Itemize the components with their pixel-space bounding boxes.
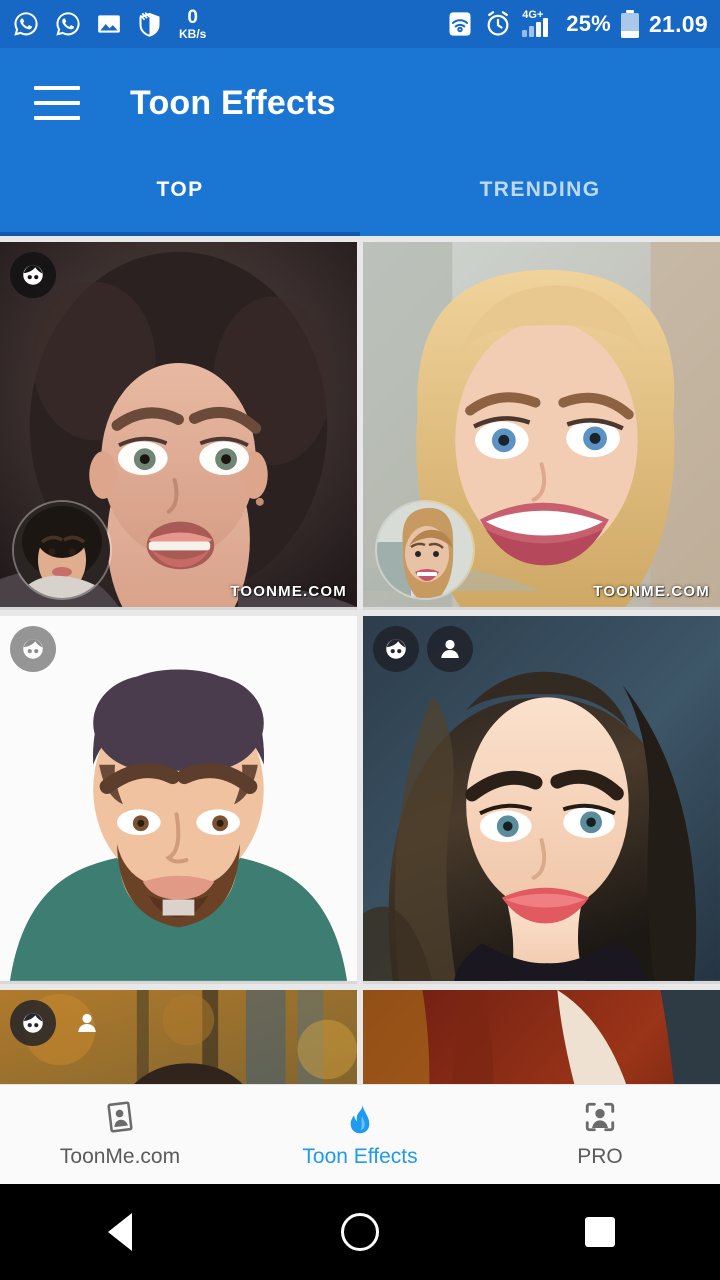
status-bar-right-icons: 4G+ 25% 21.09: [446, 9, 708, 38]
bottom-nav-label-pro: PRO: [577, 1145, 623, 1168]
app-bar-top-row: Toon Effects: [0, 48, 720, 158]
home-circle-icon: [341, 1213, 379, 1251]
source-photo-thumbnail: [14, 502, 110, 598]
recents-button[interactable]: [480, 1217, 720, 1247]
signal-bars-icon: 4G+: [522, 9, 556, 37]
flame-icon: [343, 1100, 377, 1139]
bottom-nav-item-toon-effects[interactable]: Toon Effects: [240, 1100, 480, 1169]
status-bar-left-icons: 0 KB/s: [12, 8, 446, 40]
face-icon[interactable]: [10, 1000, 56, 1046]
effect-card-cartoon-woman-afro[interactable]: TOONME.COM: [0, 242, 357, 610]
tab-trending[interactable]: TRENDING: [360, 158, 720, 236]
bottom-navigation-bar: ToonMe.com Toon Effects PRO: [0, 1084, 720, 1184]
gallery-image-icon: [96, 11, 122, 37]
card-badges: [373, 626, 473, 672]
hamburger-menu-icon[interactable]: [34, 86, 80, 120]
tab-trending-label: TRENDING: [479, 178, 601, 201]
tab-top-label: TOP: [156, 178, 204, 201]
effects-grid[interactable]: TOONME.COM TOONME.COM: [0, 236, 720, 1099]
card-badges: [10, 626, 56, 672]
source-photo-thumbnail: [377, 502, 473, 598]
network-type-label: 4G+: [522, 9, 544, 21]
back-triangle-icon: [108, 1213, 132, 1251]
photo-portrait-icon: [103, 1100, 137, 1139]
effect-card-cartoon-redhead[interactable]: [363, 990, 720, 1099]
effect-card-cartoon-autumn[interactable]: [0, 990, 357, 1099]
battery-icon: [620, 10, 639, 38]
face-icon[interactable]: [373, 626, 419, 672]
tab-bar: TOP TRENDING: [0, 158, 720, 236]
bottom-nav-item-pro[interactable]: PRO: [480, 1100, 720, 1169]
data-rate-value: 0: [187, 7, 198, 28]
watermark-label: TOONME.COM: [230, 583, 347, 600]
person-icon[interactable]: [427, 626, 473, 672]
effect-card-cartoon-woman-brunette[interactable]: [363, 616, 720, 984]
security-shield-icon: [136, 11, 163, 38]
face-icon[interactable]: [10, 252, 56, 298]
bottom-nav-label-toon-effects: Toon Effects: [302, 1145, 418, 1168]
tab-top[interactable]: TOP: [0, 158, 360, 236]
status-bar: 0 KB/s 4G+ 25% 21.09: [0, 0, 720, 48]
back-button[interactable]: [0, 1213, 240, 1251]
card-artwork: [363, 990, 720, 1099]
whatsapp-icon: [54, 10, 82, 38]
bottom-nav-item-toonme[interactable]: ToonMe.com: [0, 1100, 240, 1169]
page-title: Toon Effects: [130, 83, 336, 122]
card-badges: [10, 252, 56, 298]
face-scan-icon: [583, 1100, 617, 1139]
whatsapp-icon: [12, 10, 40, 38]
recents-square-icon: [585, 1217, 615, 1247]
bottom-nav-label-toonme: ToonMe.com: [59, 1145, 181, 1168]
clock-label: 21.09: [648, 10, 708, 37]
watermark-label: TOONME.COM: [593, 583, 710, 600]
android-navigation-bar: [0, 1184, 720, 1280]
person-icon[interactable]: [64, 1000, 110, 1046]
battery-percent-label: 25%: [566, 11, 611, 36]
app-bar: Toon Effects TOP TRENDING: [0, 48, 720, 236]
effect-card-cartoon-woman-blonde[interactable]: TOONME.COM: [363, 242, 720, 610]
wifi-icon: [446, 10, 474, 38]
home-button[interactable]: [240, 1213, 480, 1251]
card-badges: [10, 1000, 110, 1046]
effect-card-cartoon-man-beanie[interactable]: [0, 616, 357, 984]
alarm-clock-icon: [484, 10, 512, 38]
data-rate-indicator: 0 KB/s: [179, 8, 206, 40]
face-icon[interactable]: [10, 626, 56, 672]
data-rate-unit: KB/s: [179, 27, 207, 41]
app-root: 0 KB/s 4G+ 25% 21.09 Toon Effects TOP TR…: [0, 0, 720, 1280]
